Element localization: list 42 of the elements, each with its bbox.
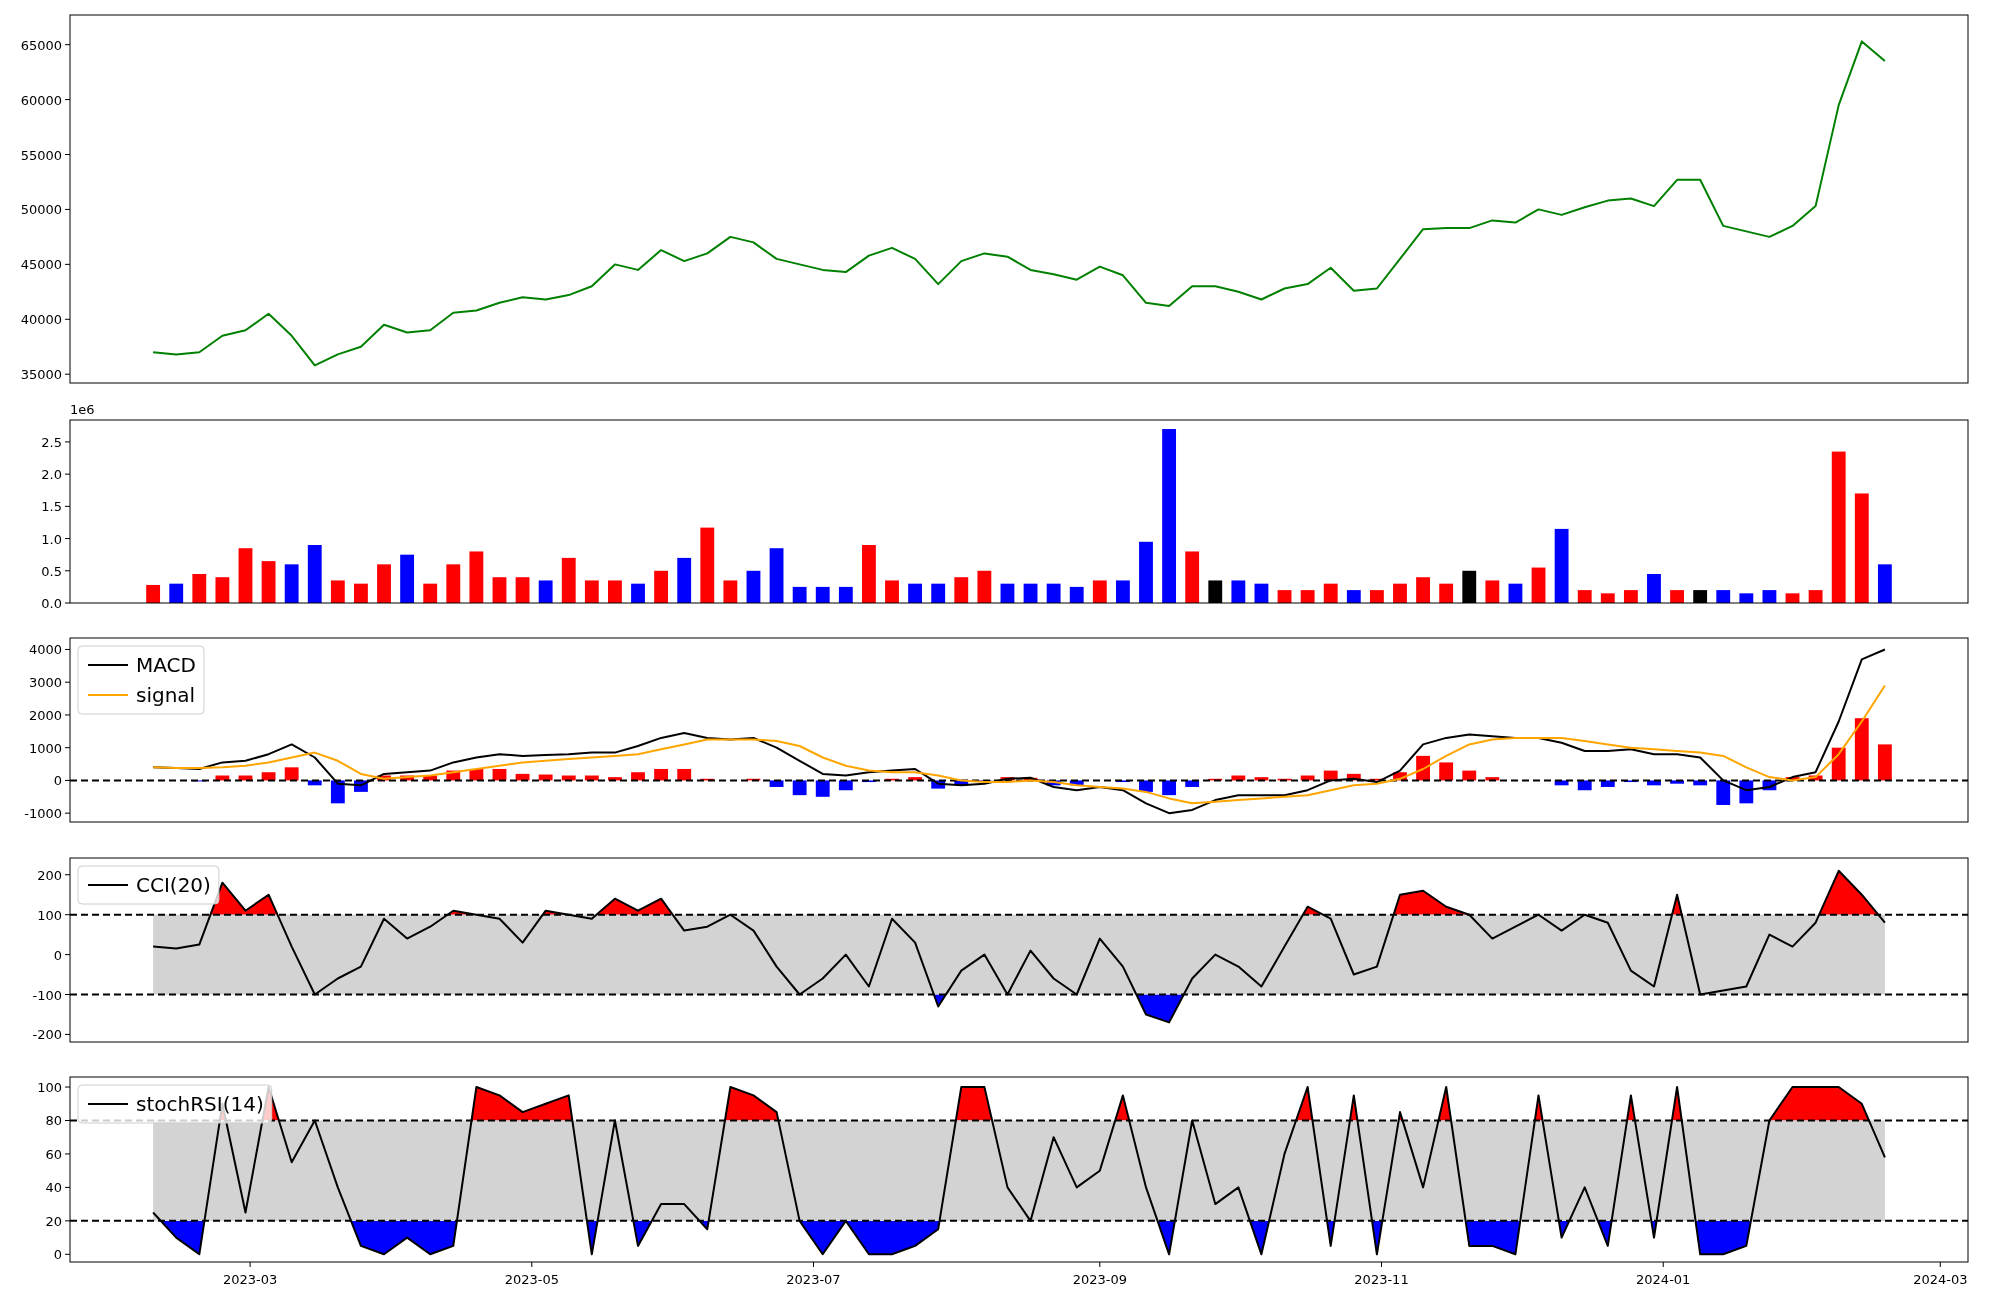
y-tick-label: 3000 — [28, 675, 62, 691]
y-tick-label: 100 — [37, 1080, 62, 1096]
y-tick-label: -1000 — [24, 806, 62, 822]
y-tick-label: 2.0 — [41, 467, 62, 483]
legend-label: MACD — [136, 653, 196, 677]
y-tick-label: 0.5 — [41, 563, 62, 579]
y-tick-label: 35000 — [20, 367, 62, 383]
y-tick-label: 1.5 — [41, 499, 62, 515]
y-tick-label: 200 — [37, 867, 62, 883]
y-tick-label: 20 — [45, 1213, 62, 1229]
y-tick-label: 55000 — [20, 147, 62, 163]
x-tick-label: 2023-11 — [1354, 1272, 1409, 1287]
legend-label: CCI(20) — [136, 873, 211, 897]
y-tick-label: 100 — [37, 907, 62, 923]
x-tick-label: 2023-09 — [1072, 1272, 1127, 1287]
y-tick-label: 50000 — [20, 202, 62, 218]
x-tick-label: 2024-01 — [1636, 1272, 1691, 1287]
y-tick-label: 40 — [45, 1180, 62, 1196]
y-tick-label: 2.5 — [41, 434, 62, 450]
axis-scale-label: 1e6 — [70, 402, 95, 417]
legend-label: stochRSI(14) — [136, 1092, 264, 1116]
y-tick-label: 0 — [53, 947, 62, 963]
x-tick-label: 2023-05 — [504, 1272, 559, 1287]
y-tick-label: 0.0 — [41, 596, 62, 611]
x-tick-label: 2024-03 — [1913, 1272, 1968, 1287]
y-tick-label: 0 — [53, 773, 62, 789]
y-tick-label: 60000 — [20, 92, 62, 108]
y-tick-label: 1000 — [28, 740, 62, 756]
y-tick-label: 60 — [45, 1146, 62, 1162]
y-tick-label: 80 — [45, 1113, 62, 1129]
y-tick-label: 1.0 — [41, 531, 62, 547]
y-tick-label: -100 — [32, 987, 62, 1003]
y-tick-label: 0 — [53, 1247, 62, 1263]
y-tick-label: 4000 — [28, 642, 62, 658]
x-tick-label: 2023-03 — [222, 1272, 278, 1287]
y-tick-label: 40000 — [20, 312, 62, 328]
legend-label: signal — [136, 683, 196, 707]
y-tick-label: -200 — [32, 1027, 62, 1043]
y-tick-label: 2000 — [28, 707, 62, 723]
x-tick-label: 2023-07 — [786, 1272, 841, 1287]
y-tick-label: 65000 — [20, 37, 62, 53]
y-tick-label: 45000 — [20, 257, 62, 273]
